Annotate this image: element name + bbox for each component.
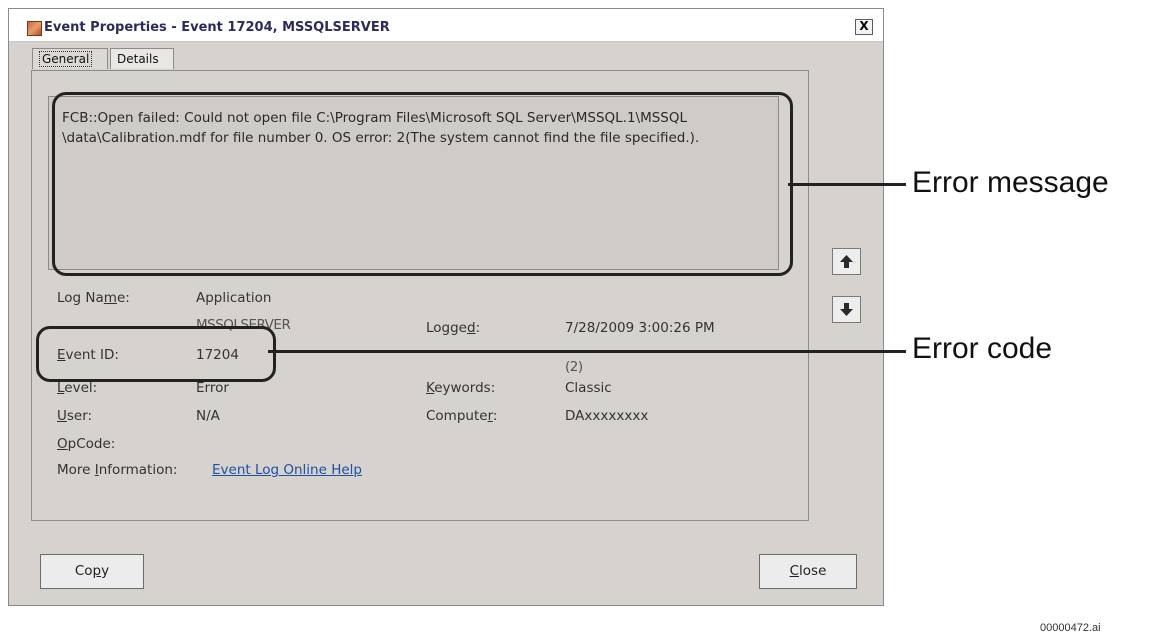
user-value: N/A bbox=[196, 408, 220, 424]
logged-label: Logged: bbox=[426, 320, 481, 336]
tab-details-label: Details bbox=[117, 52, 159, 66]
arrow-up-icon bbox=[840, 255, 853, 268]
next-event-button[interactable] bbox=[832, 296, 861, 323]
computer-label: Computer: bbox=[426, 408, 498, 424]
task-category-value: (2) bbox=[565, 359, 583, 375]
tab-general-label: General bbox=[39, 51, 93, 67]
copy-button[interactable]: Copy bbox=[40, 554, 144, 589]
error-code-leader-line bbox=[268, 350, 906, 353]
close-icon[interactable]: X bbox=[855, 19, 873, 35]
computer-value: DAxxxxxxxx bbox=[565, 408, 649, 424]
opcode-label: OpCode: bbox=[57, 436, 116, 452]
error-code-callout-label: Error code bbox=[912, 332, 1053, 365]
arrow-down-icon bbox=[840, 303, 853, 316]
log-name-value: Application bbox=[196, 290, 272, 306]
title-bar: Event Properties - Event 17204, MSSQLSER… bbox=[9, 9, 883, 42]
logged-value: 7/28/2009 3:00:26 PM bbox=[565, 320, 715, 336]
error-code-callout-ring bbox=[36, 326, 276, 382]
level-value: Error bbox=[196, 380, 229, 396]
error-message-leader-line bbox=[788, 183, 906, 186]
keywords-value: Classic bbox=[565, 380, 612, 396]
log-name-label: Log Name: bbox=[57, 290, 130, 306]
event-log-online-help-link[interactable]: Event Log Online Help bbox=[212, 462, 362, 478]
tab-details[interactable]: Details bbox=[110, 48, 174, 69]
keywords-label: Keywords: bbox=[426, 380, 496, 396]
close-button[interactable]: Close bbox=[759, 554, 857, 589]
event-log-icon bbox=[27, 21, 42, 36]
previous-event-button[interactable] bbox=[832, 248, 861, 275]
tab-general[interactable]: General bbox=[32, 48, 108, 69]
error-message-callout-ring bbox=[52, 92, 793, 276]
level-label: Level: bbox=[57, 380, 98, 396]
figure-code: 00000472.ai bbox=[1040, 622, 1101, 634]
window-title: Event Properties - Event 17204, MSSQLSER… bbox=[44, 20, 390, 35]
error-message-callout-label: Error message bbox=[912, 166, 1109, 199]
more-information-label: More Information: bbox=[57, 462, 178, 478]
user-label: User: bbox=[57, 408, 93, 424]
